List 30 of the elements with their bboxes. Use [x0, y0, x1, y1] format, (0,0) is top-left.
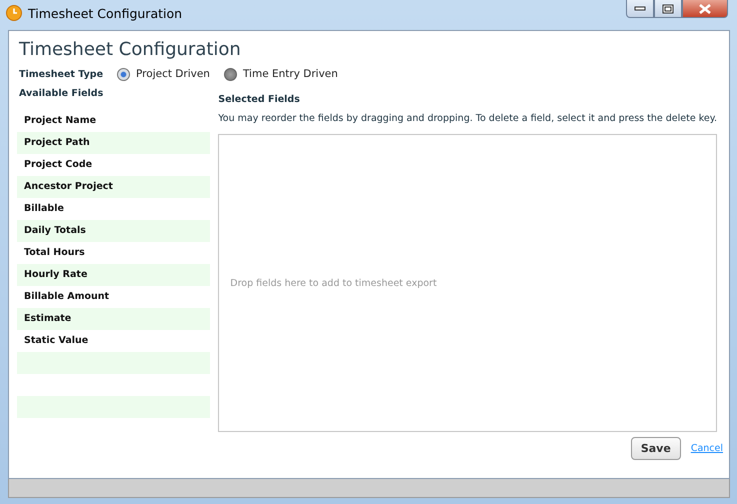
field-item[interactable]: Daily Totals — [17, 220, 210, 242]
save-button[interactable]: Save — [630, 437, 681, 460]
radio-option[interactable]: Time Entry Driven — [224, 68, 338, 80]
minimize-button[interactable] — [626, 0, 654, 18]
field-item[interactable]: Billable Amount — [17, 286, 210, 308]
drop-placeholder: Drop fields here to add to timesheet export — [230, 278, 437, 288]
field-item[interactable]: Project Code — [17, 154, 210, 176]
field-item[interactable]: Billable — [17, 198, 210, 220]
field-item[interactable]: Hourly Rate — [17, 264, 210, 286]
field-item[interactable]: Ancestor Project — [17, 176, 210, 198]
field-item[interactable]: Estimate — [17, 308, 210, 330]
selected-fields-title: Selected Fields — [218, 94, 301, 107]
timesheet-type-label: Timesheet Type — [19, 68, 104, 80]
clock-icon — [6, 5, 22, 21]
radio-button[interactable] — [224, 68, 237, 80]
radio-option[interactable]: Project Driven — [117, 68, 210, 80]
maximize-button[interactable] — [654, 0, 682, 18]
field-item[interactable]: Project Name — [17, 110, 210, 132]
field-item[interactable]: Static Value — [17, 330, 210, 352]
close-button[interactable] — [682, 0, 728, 18]
maximize-icon — [662, 4, 674, 14]
close-icon — [698, 4, 712, 14]
window-title: Timesheet Configuration — [28, 6, 182, 20]
available-fields-title: Available Fields — [19, 88, 104, 101]
instructions-text: You may reorder the fields by dragging and dropping. To delete a field, select it and press the delete key. — [218, 113, 717, 124]
field-item[interactable]: Project Path — [17, 132, 210, 154]
radio-button[interactable] — [117, 68, 130, 80]
minimize-icon — [634, 6, 646, 12]
page-heading: Timesheet Configuration — [19, 39, 242, 60]
field-item[interactable]: Total Hours — [17, 242, 210, 264]
